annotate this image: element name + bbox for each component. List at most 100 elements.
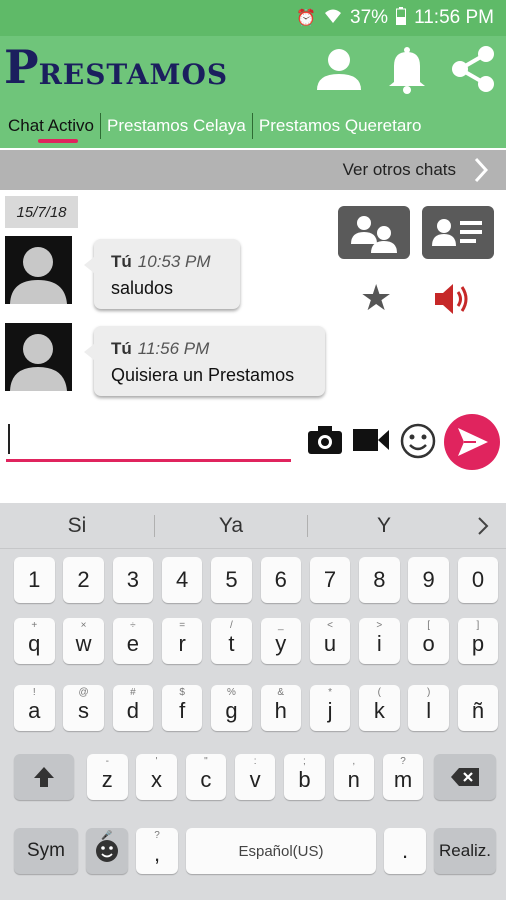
chevron-right-icon[interactable] <box>476 516 490 536</box>
key-l[interactable]: ) l <box>408 685 449 731</box>
key-hint: ( <box>377 687 382 698</box>
key-label: 6 <box>274 567 287 592</box>
key-label: r <box>178 631 186 656</box>
key-0[interactable]: 0 <box>457 557 499 603</box>
message-input[interactable] <box>6 418 291 462</box>
key-p[interactable]: ] p <box>457 618 499 664</box>
key-7[interactable]: 7 <box>309 557 351 603</box>
camera-icon[interactable] <box>306 424 344 456</box>
key-label: 9 <box>422 567 435 592</box>
key-i[interactable]: > i <box>359 618 400 664</box>
key-h[interactable]: & h <box>260 685 301 731</box>
emoji-key[interactable]: 🎤 <box>86 828 128 874</box>
key-hint: + <box>31 620 38 631</box>
message-bubble[interactable]: Tú 11:56 PM Quisiera un Prestamos <box>84 326 325 396</box>
key-a[interactable]: ! a <box>14 685 55 731</box>
video-camera-icon[interactable] <box>352 426 390 454</box>
speaker-icon[interactable] <box>433 281 471 317</box>
message-bubble[interactable]: Tú 10:53 PM saludos <box>84 239 240 309</box>
star-icon[interactable]: ★ <box>360 280 392 316</box>
key-c[interactable]: " c <box>185 754 227 800</box>
tab-prestamos-queretaro[interactable]: Prestamos Queretaro <box>251 112 428 139</box>
key-g[interactable]: % g <box>211 685 252 731</box>
battery-percent: 37% <box>350 7 389 28</box>
key-x[interactable]: ' x <box>136 754 177 800</box>
key-s[interactable]: @ s <box>63 685 104 731</box>
key-q[interactable]: + q <box>14 618 55 664</box>
group-icon <box>351 216 397 253</box>
key-hint: @ <box>78 687 89 698</box>
key-u[interactable]: < u <box>309 618 351 664</box>
shift-key[interactable] <box>14 754 74 800</box>
key-label: e <box>126 631 139 656</box>
key-ñ[interactable]: ñ <box>457 685 499 731</box>
key-y[interactable]: _ y <box>260 618 301 664</box>
key-3[interactable]: 3 <box>112 557 154 603</box>
person-icon[interactable] <box>314 44 364 94</box>
key-d[interactable]: # d <box>112 685 154 731</box>
key-v[interactable]: :v <box>234 754 276 800</box>
emoji-icon[interactable] <box>399 422 437 460</box>
key-label: u <box>323 631 337 656</box>
avatar[interactable] <box>5 323 72 391</box>
group-contacts-button[interactable] <box>338 206 410 259</box>
key-hint: & <box>277 687 285 698</box>
key-f[interactable]: $ f <box>161 685 203 731</box>
default-avatar-icon <box>5 323 72 391</box>
logo-text: RESTAMOS <box>38 58 229 91</box>
send-button[interactable] <box>444 414 500 470</box>
key-label: w <box>75 631 92 656</box>
key-b[interactable]: ; b <box>284 754 325 800</box>
message-text: saludos <box>111 278 174 298</box>
default-avatar-icon <box>5 236 72 304</box>
contact-card-button[interactable] <box>422 206 494 259</box>
period-key[interactable]: . <box>384 828 426 874</box>
key-8[interactable]: 8 <box>359 557 400 603</box>
key-9[interactable]: 9 <box>408 557 449 603</box>
key-2[interactable]: 2 <box>63 557 104 603</box>
key-w[interactable]: × w <box>63 618 104 664</box>
suggestion[interactable]: Si <box>0 503 154 549</box>
comma-key[interactable]: ? , <box>136 828 178 874</box>
share-icon[interactable] <box>448 44 498 94</box>
key-label: k <box>373 698 385 723</box>
message-time: 10:53 PM <box>137 252 211 271</box>
battery-icon <box>396 6 407 30</box>
key-label: l <box>426 698 432 723</box>
key-r[interactable]: = r <box>161 618 203 664</box>
key-o[interactable]: [o <box>408 618 449 664</box>
done-key[interactable]: Realiz. <box>434 828 496 874</box>
other-chats-bar[interactable]: Ver otros chats <box>0 150 506 190</box>
bell-icon[interactable] <box>382 44 432 94</box>
key-1[interactable]: 1 <box>14 557 55 603</box>
key-hint: ? <box>400 756 406 767</box>
backspace-key[interactable] <box>434 754 496 800</box>
key-hint: < <box>327 620 333 631</box>
suggestion[interactable]: Y <box>308 503 460 549</box>
sym-key[interactable]: Sym <box>14 828 78 874</box>
suggestion[interactable]: Ya <box>155 503 307 549</box>
key-6[interactable]: 6 <box>260 557 301 603</box>
key-4[interactable]: 4 <box>161 557 203 603</box>
key-hint: $ <box>179 687 185 698</box>
space-key[interactable]: Español(US) <box>186 828 376 874</box>
key-hint: / <box>230 620 233 631</box>
alarm-icon: ⏰ <box>296 10 317 27</box>
tab-chat-activo[interactable]: Chat Activo <box>0 113 100 139</box>
key-m[interactable]: ? m <box>382 754 424 800</box>
key-j[interactable]: * j <box>309 685 351 731</box>
tab-prestamos-celaya[interactable]: Prestamos Celaya <box>100 112 252 139</box>
key-t[interactable]: / t <box>211 618 252 664</box>
key-label: j <box>327 698 333 723</box>
key-z[interactable]: -z <box>87 754 128 800</box>
key-hint: ' <box>155 756 158 767</box>
key-e[interactable]: ÷ e <box>112 618 154 664</box>
key-k[interactable]: (k <box>359 685 400 731</box>
key-5[interactable]: 5 <box>211 557 252 603</box>
key-label: q <box>28 631 41 656</box>
date-chip: 15/7/18 <box>5 196 78 228</box>
key-hint: _ <box>277 620 284 631</box>
avatar[interactable] <box>5 236 72 304</box>
key-hint: ; <box>303 756 306 767</box>
key-n[interactable]: ,n <box>333 754 374 800</box>
